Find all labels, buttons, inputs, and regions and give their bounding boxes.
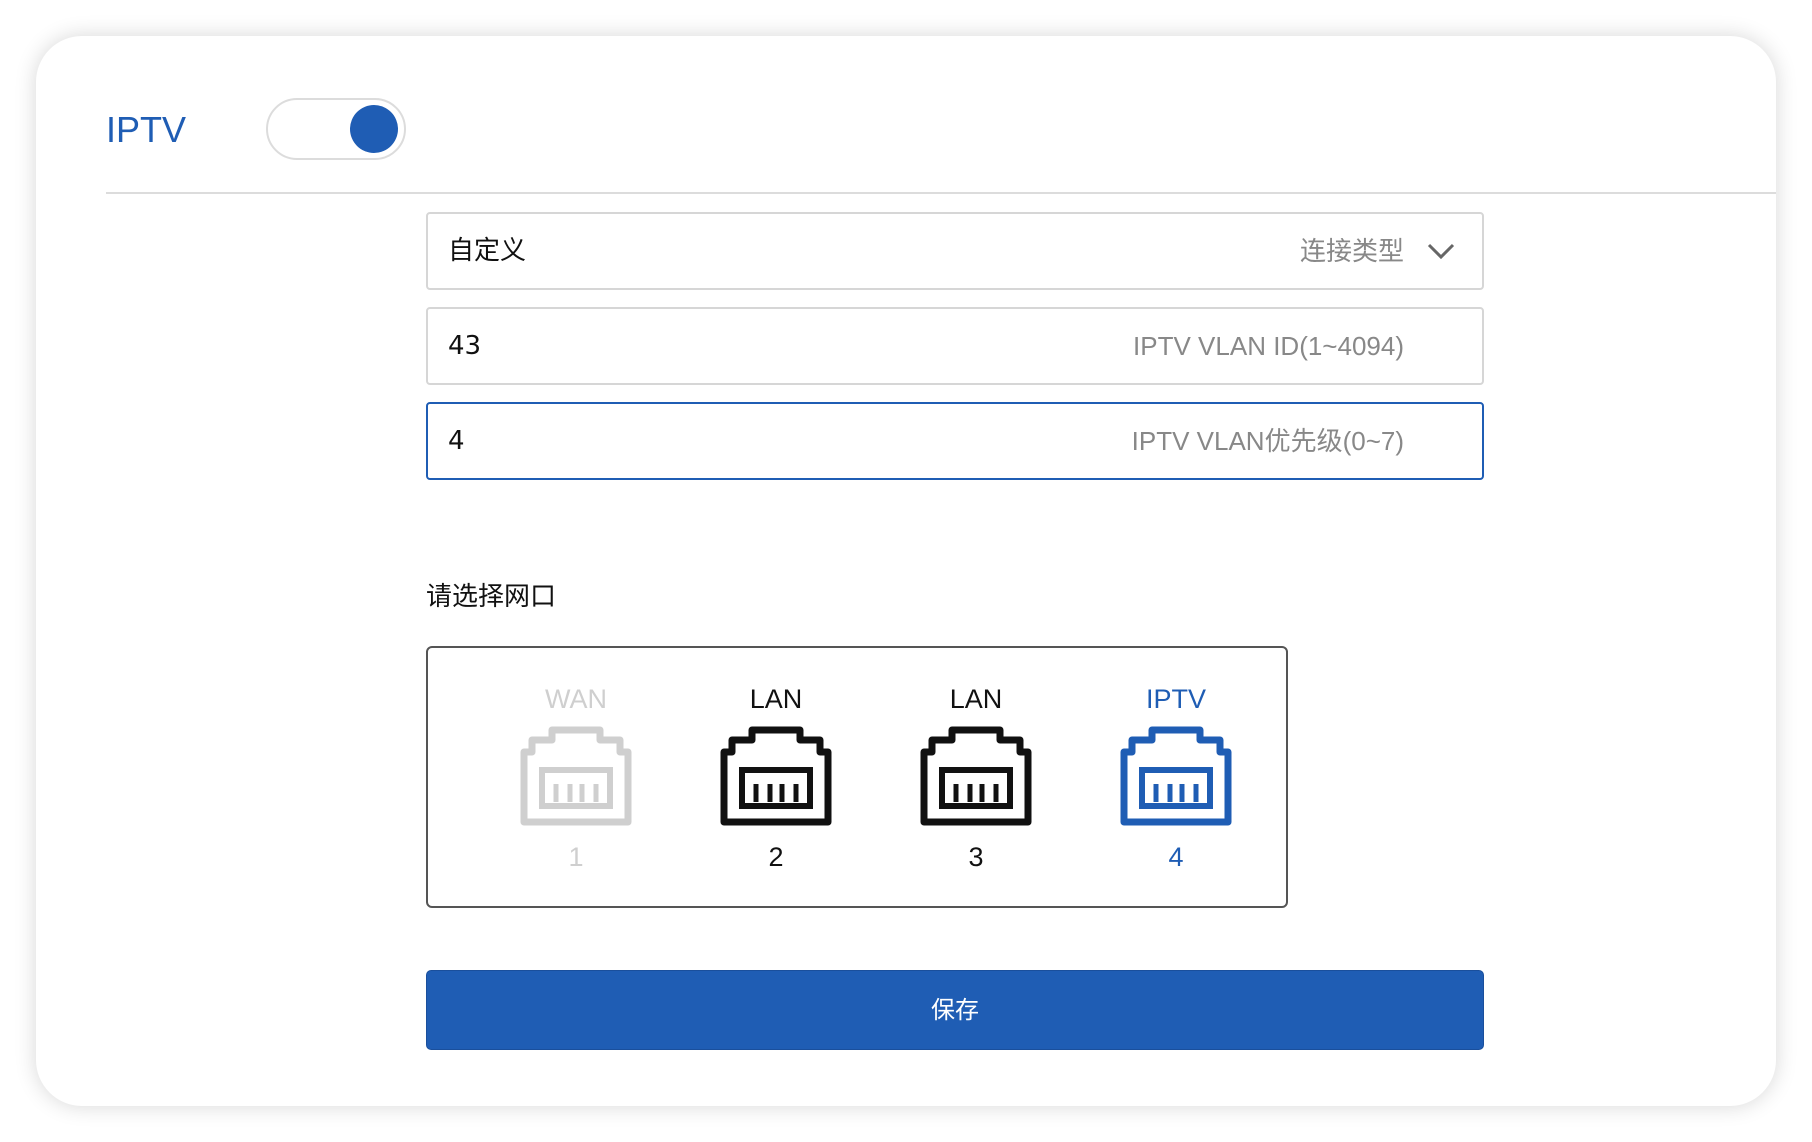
ethernet-port-icon	[520, 726, 632, 826]
port-number: 4	[1168, 842, 1184, 872]
ethernet-port-icon	[920, 726, 1032, 826]
iptv-settings-card: IPTV 自定义 连接类型 43 IPTV VLAN ID(1~4094) 4 …	[36, 36, 1776, 1106]
port-number: 1	[568, 842, 584, 872]
port-selector: WAN 1 LAN 2 LAN 3 IPTV 4	[426, 646, 1288, 908]
port-2[interactable]: LAN 2	[696, 682, 856, 874]
port-4[interactable]: IPTV 4	[1096, 682, 1256, 874]
chevron-down-icon	[1427, 243, 1455, 260]
connection-type-value: 自定义	[448, 236, 527, 266]
port-label: LAN	[749, 684, 803, 714]
connection-type-label: 连接类型	[1299, 236, 1404, 266]
port-label: WAN	[545, 684, 607, 714]
ethernet-port-icon	[1120, 726, 1232, 826]
connection-type-select[interactable]: 自定义 连接类型	[426, 212, 1484, 290]
port-3[interactable]: LAN 3	[896, 682, 1056, 874]
page-title: IPTV	[106, 109, 187, 150]
toggle-knob	[350, 105, 398, 153]
port-number: 2	[768, 842, 784, 872]
vlan-id-field[interactable]: 43 IPTV VLAN ID(1~4094)	[426, 307, 1484, 385]
vlan-id-value: 43	[448, 331, 482, 361]
vlan-id-label: IPTV VLAN ID(1~4094)	[1133, 331, 1404, 361]
port-number: 3	[968, 842, 984, 872]
ethernet-port-icon	[720, 726, 832, 826]
vlan-priority-label: IPTV VLAN优先级(0~7)	[1131, 426, 1404, 456]
port-1[interactable]: WAN 1	[496, 682, 656, 874]
save-button[interactable]: 保存	[426, 970, 1484, 1050]
vlan-priority-field[interactable]: 4 IPTV VLAN优先级(0~7)	[426, 402, 1484, 480]
header-divider	[106, 192, 1776, 194]
vlan-priority-value: 4	[448, 426, 465, 456]
port-label: IPTV	[1145, 684, 1206, 714]
port-section-label: 请选择网口	[426, 582, 557, 612]
port-label: LAN	[949, 684, 1003, 714]
iptv-toggle[interactable]	[266, 98, 406, 160]
